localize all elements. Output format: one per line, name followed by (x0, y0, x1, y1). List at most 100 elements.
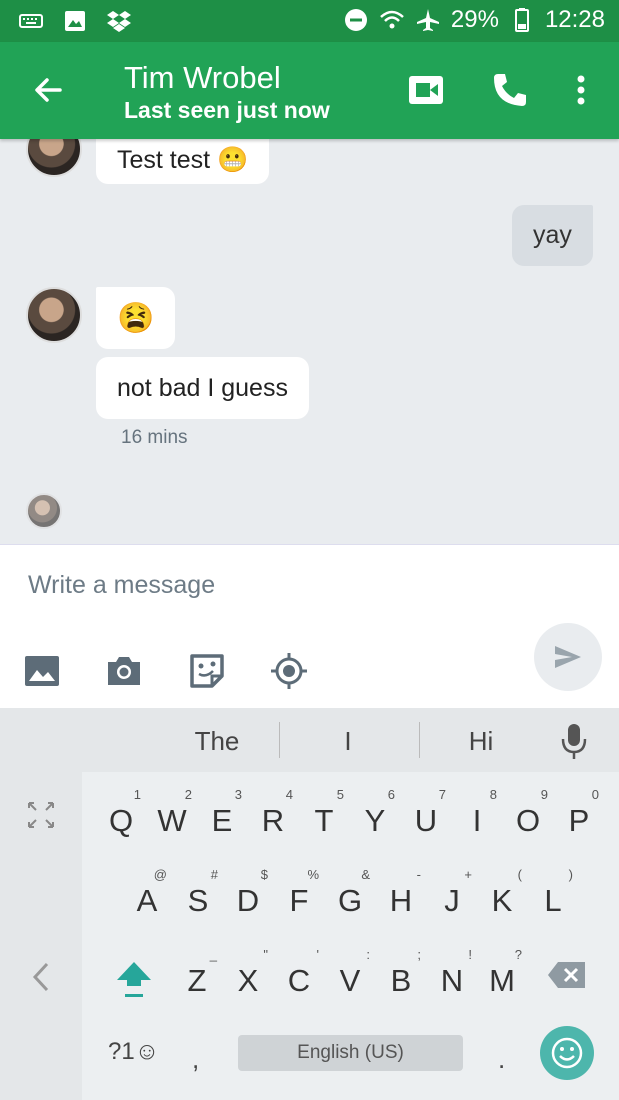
key-hint: ) (568, 867, 573, 882)
emoji-key[interactable] (540, 1026, 594, 1080)
key-k[interactable]: (K (478, 861, 526, 921)
key-label: Y (364, 803, 386, 838)
keyboard-side-panel (0, 708, 82, 1100)
video-call-icon[interactable] (407, 70, 447, 110)
shift-icon[interactable] (114, 958, 154, 1000)
key-hint: ? (514, 947, 522, 962)
symbols-key[interactable]: ?1☺ (108, 1038, 159, 1066)
key-p[interactable]: 0P (555, 781, 603, 841)
key-label: R (261, 803, 285, 838)
key-hint: 8 (489, 787, 497, 802)
key-f[interactable]: % F (275, 861, 323, 921)
avatar[interactable] (26, 287, 82, 343)
key-hint: 0 (591, 787, 599, 802)
phone-icon[interactable] (490, 70, 530, 110)
key-label: F (289, 883, 309, 918)
key-l[interactable]: ) L (529, 861, 577, 921)
do-not-disturb-icon (344, 9, 367, 31)
comma-key[interactable]: , (192, 1044, 199, 1075)
key-x[interactable]: " X (224, 941, 272, 1001)
key-hint: 2 (184, 787, 192, 802)
chat-area[interactable]: Test test 😬 yay 😫 not bad I guess 16 min… (0, 139, 619, 544)
keyboard-icon (19, 14, 43, 28)
airplane-icon (416, 9, 439, 31)
key-label: J (444, 883, 460, 918)
backspace-icon[interactable] (546, 960, 588, 990)
key-r[interactable]: 4R (249, 781, 297, 841)
key-hint: ! (468, 947, 472, 962)
key-s[interactable]: # S (174, 861, 222, 921)
period-key[interactable]: . (498, 1044, 505, 1075)
key-hint: ( (517, 867, 522, 882)
sticker-icon[interactable] (187, 651, 227, 691)
key-i[interactable]: 8I (453, 781, 501, 841)
contact-name[interactable]: Tim Wrobel (124, 60, 281, 96)
key-t[interactable]: 5T (300, 781, 348, 841)
keyboard: The I Hi 1Q 2W 3E 4R 5T 6Y 7U 8I 9O 0P @… (0, 708, 619, 1100)
key-hint: - (416, 867, 421, 882)
key-label: N (440, 963, 464, 998)
key-hint: 3 (234, 787, 242, 802)
key-j[interactable]: + J (428, 861, 476, 921)
back-arrow-icon[interactable] (28, 70, 68, 110)
suggestion[interactable]: Hi (431, 726, 531, 757)
key-hint: $ (260, 867, 268, 882)
divider (419, 722, 420, 758)
divider (279, 722, 280, 758)
key-label: G (337, 883, 363, 918)
key-e[interactable]: 3E (198, 781, 246, 841)
key-g[interactable]: & G (326, 861, 374, 921)
chevron-left-icon[interactable] (28, 960, 54, 994)
suggestion[interactable]: The (167, 726, 267, 757)
more-options-icon[interactable] (561, 70, 601, 110)
key-h[interactable]: -H (377, 861, 425, 921)
key-n[interactable]: ! N (428, 941, 476, 1001)
gallery-icon[interactable] (22, 651, 62, 691)
key-a[interactable]: @ A (123, 861, 171, 921)
message-bubble-in[interactable]: Test test 😬 (96, 139, 270, 184)
send-button[interactable] (534, 623, 602, 691)
key-v[interactable]: :V (326, 941, 374, 1001)
wifi-icon (380, 10, 404, 29)
key-label: O (515, 803, 541, 838)
status-bar-right: 29% 12:28 (343, 6, 605, 34)
dropbox-icon (107, 11, 131, 32)
key-label: D (236, 883, 260, 918)
key-label: U (414, 803, 438, 838)
key-w[interactable]: 2W (148, 781, 196, 841)
key-label: Q (108, 803, 134, 838)
location-icon[interactable] (269, 651, 309, 691)
expand-keyboard-icon[interactable] (26, 800, 56, 830)
avatar[interactable] (26, 139, 82, 177)
key-hint: 6 (387, 787, 395, 802)
spacebar[interactable]: English (US) (238, 1035, 463, 1071)
key-m[interactable]: ? M (478, 941, 526, 1001)
message-input[interactable] (28, 565, 498, 605)
key-label: P (568, 803, 590, 838)
message-timestamp: 16 mins (121, 427, 188, 448)
key-hint: 4 (285, 787, 293, 802)
image-icon (65, 11, 85, 31)
key-z[interactable]: _ Z (173, 941, 221, 1001)
key-u[interactable]: 7U (402, 781, 450, 841)
key-d[interactable]: $ D (224, 861, 272, 921)
smiley-icon (551, 1037, 583, 1069)
message-bubble-out[interactable]: yay (512, 205, 593, 266)
key-hint: 1 (133, 787, 141, 802)
key-hint: 9 (540, 787, 548, 802)
message-bubble-in[interactable]: not bad I guess (96, 357, 309, 419)
message-bubble-in[interactable]: 😫 (96, 287, 176, 349)
key-label: X (237, 963, 259, 998)
battery-percent: 29% (450, 6, 499, 33)
key-hint: ' (316, 947, 319, 962)
key-label: L (544, 883, 562, 918)
key-label: M (489, 963, 515, 998)
microphone-icon[interactable] (560, 722, 588, 760)
camera-icon[interactable] (104, 651, 144, 691)
suggestion[interactable]: I (298, 726, 398, 757)
key-q[interactable]: 1Q (97, 781, 145, 841)
key-c[interactable]: ' C (275, 941, 323, 1001)
key-o[interactable]: 9O (504, 781, 552, 841)
key-y[interactable]: 6Y (351, 781, 399, 841)
key-b[interactable]: ; B (377, 941, 425, 1001)
